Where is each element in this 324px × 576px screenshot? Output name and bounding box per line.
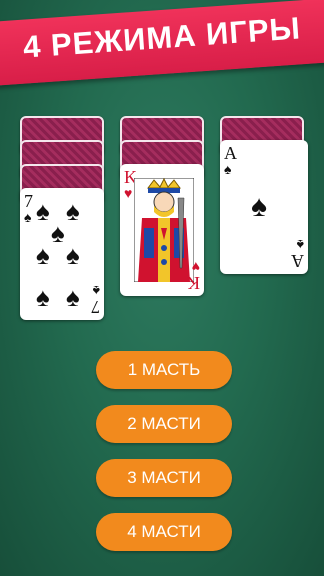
spade-icon: ♠ (51, 218, 65, 248)
card-suit-icon: ♠ (92, 282, 100, 297)
card-suit-icon: ♠ (24, 211, 32, 226)
mode-1-suit-button[interactable]: 1 МАСТЬ (96, 351, 232, 389)
card-suit-icon: ♠ (296, 236, 304, 251)
card-king-of-hearts[interactable]: K ♥ K ♥ (120, 164, 204, 296)
card-suit-icon: ♠ (224, 163, 232, 178)
spade-icon: ♠ (66, 196, 80, 226)
mode-4-suits-button[interactable]: 4 МАСТИ (96, 513, 232, 551)
spade-icon: ♠ (36, 240, 50, 270)
mode-3-suits-button[interactable]: 3 МАСТИ (96, 459, 232, 497)
card-rank: 7 (91, 297, 100, 317)
card-rank: 7 (24, 191, 33, 211)
card-rank: A (291, 251, 304, 271)
king-portrait (134, 178, 194, 282)
spade-icon: ♠ (66, 282, 80, 312)
spade-icon: ♠ (36, 282, 50, 312)
card-rank: A (224, 143, 237, 163)
spade-icon: ♠ (66, 240, 80, 270)
mode-2-suits-button[interactable]: 2 МАСТИ (96, 405, 232, 443)
spade-icon: ♠ (251, 190, 267, 223)
spade-icon: ♠ (36, 196, 50, 226)
card-seven-of-spades[interactable]: 7 ♠ ♠ ♠ ♠ ♠ ♠ ♠ ♠ 7 ♠ (20, 188, 104, 320)
card-suit-icon: ♥ (191, 258, 200, 273)
card-ace-of-spades[interactable]: A ♠ ♠ A ♠ (220, 140, 308, 274)
card-rank: K (187, 273, 200, 293)
